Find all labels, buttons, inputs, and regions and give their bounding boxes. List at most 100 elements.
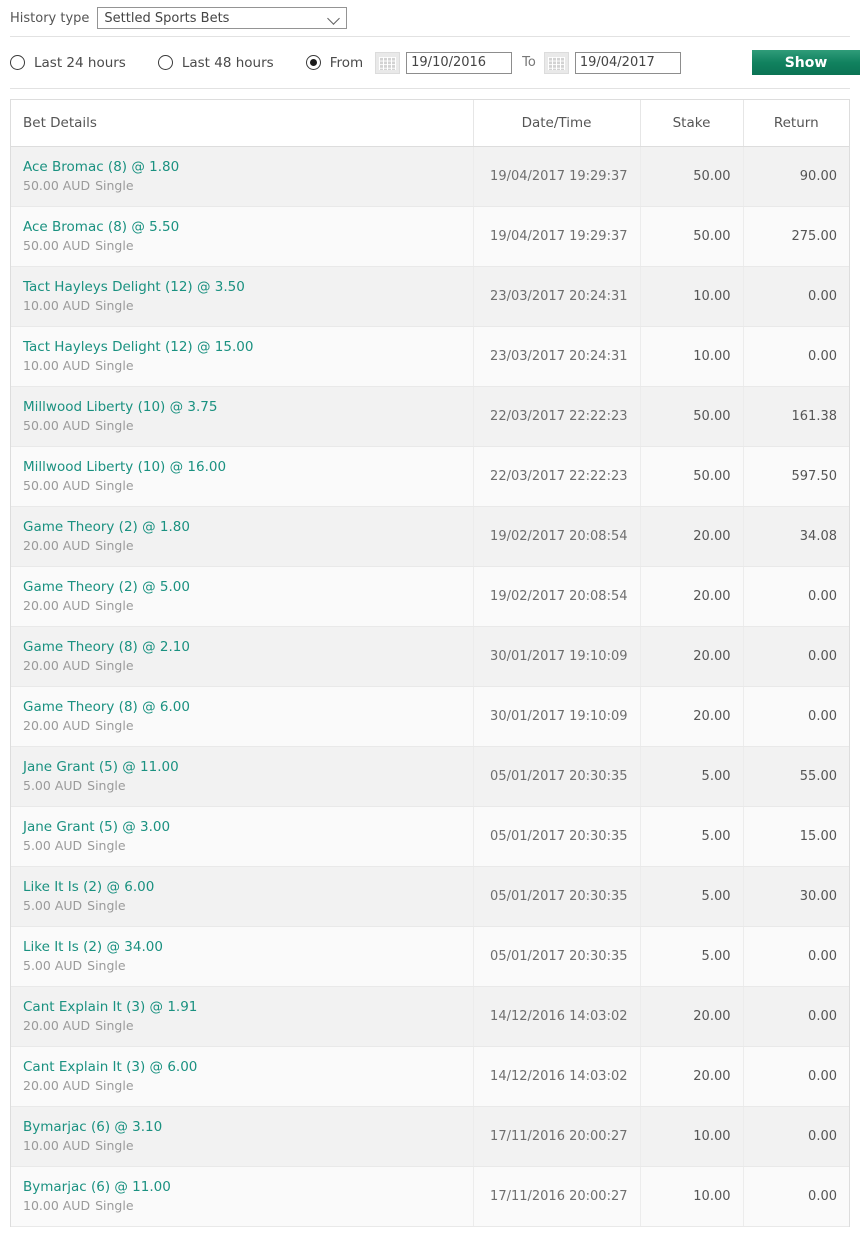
bet-selection-link[interactable]: Bymarjac (6) @ 3.10 <box>23 1119 461 1136</box>
cell-bet-details: Millwood Liberty (10) @ 3.75 50.00 AUD Sin… <box>11 386 474 447</box>
bet-selection-link[interactable]: Game Theory (8) @ 2.10 <box>23 639 461 656</box>
cell-bet-details: Game Theory (2) @ 5.00 20.00 AUD Single <box>11 566 474 627</box>
bet-stake-summary: 20.00 AUD Single <box>23 657 461 674</box>
cell-bet-details: Ace Bromac (8) @ 5.50 50.00 AUD Single <box>11 206 474 267</box>
bet-selection-link[interactable]: Cant Explain It (3) @ 6.00 <box>23 1059 461 1076</box>
from-date-input[interactable] <box>406 51 513 74</box>
cell-date-time: 19/02/2017 20:08:54 <box>473 506 641 567</box>
table-row: Tact Hayleys Delight (12) @ 15.00 10.00 A… <box>11 326 849 387</box>
bet-amount: 5.00 AUD <box>23 897 83 913</box>
radio-last-24-hours-control[interactable] <box>10 55 25 70</box>
bet-stake-summary: 20.00 AUD Single <box>23 1017 461 1034</box>
calendar-grid-from <box>379 56 397 70</box>
cell-bet-details: Jane Grant (5) @ 3.00 5.00 AUD Single <box>11 806 474 867</box>
bet-amount: 50.00 AUD <box>23 237 91 253</box>
bet-selection-link[interactable]: Jane Grant (5) @ 3.00 <box>23 819 461 836</box>
bet-selection-link[interactable]: Tact Hayleys Delight (12) @ 3.50 <box>23 279 461 296</box>
cell-return: 0.00 <box>743 1106 849 1167</box>
bet-selection-link[interactable]: Game Theory (8) @ 6.00 <box>23 699 461 716</box>
radio-from-range-control[interactable] <box>305 55 321 70</box>
table-row: Game Theory (8) @ 6.00 20.00 AUD Single 30/… <box>11 686 849 747</box>
cell-return: 0.00 <box>743 326 849 387</box>
cell-return: 275.00 <box>743 206 849 267</box>
bet-type: Single <box>95 177 134 193</box>
history-type-select[interactable]: Settled Sports Bets <box>97 7 348 29</box>
show-button[interactable]: Show <box>752 50 860 75</box>
to-date-input[interactable] <box>574 51 681 74</box>
history-type-row: History type Settled Sports Bets <box>0 0 860 36</box>
calendar-icon-to[interactable] <box>543 51 569 74</box>
bet-amount: 50.00 AUD <box>23 477 91 493</box>
date-filter-bar: Last 24 hours Last 48 hours From To Show <box>0 37 860 88</box>
cell-date-time: 14/12/2016 14:03:02 <box>473 986 641 1047</box>
bet-type: Single <box>95 1017 134 1033</box>
table-row: Like It Is (2) @ 6.00 5.00 AUD Single 05/01… <box>11 866 849 927</box>
column-header-return: Return <box>743 100 849 147</box>
table-row: Millwood Liberty (10) @ 3.75 50.00 AUD Sin… <box>11 386 849 447</box>
cell-stake: 20.00 <box>640 986 744 1047</box>
bet-stake-summary: 10.00 AUD Single <box>23 1197 461 1214</box>
cell-return: 0.00 <box>743 626 849 687</box>
cell-bet-details: Millwood Liberty (10) @ 16.00 50.00 AUD Si… <box>11 446 474 507</box>
cell-stake: 20.00 <box>640 506 744 567</box>
bet-selection-link[interactable]: Like It Is (2) @ 34.00 <box>23 939 461 956</box>
divider-bottom <box>10 88 850 89</box>
cell-date-time: 19/04/2017 19:29:37 <box>473 146 641 207</box>
radio-last-24-hours[interactable]: Last 24 hours <box>10 55 126 71</box>
table-row: Bymarjac (6) @ 11.00 10.00 AUD Single 17/11… <box>11 1166 849 1227</box>
cell-return: 0.00 <box>743 686 849 747</box>
bet-stake-summary: 20.00 AUD Single <box>23 597 461 614</box>
bet-type: Single <box>95 237 134 253</box>
bet-amount: 10.00 AUD <box>23 1137 91 1153</box>
cell-date-time: 30/01/2017 19:10:09 <box>473 686 641 747</box>
bet-selection-link[interactable]: Tact Hayleys Delight (12) @ 15.00 <box>23 339 461 356</box>
bet-type: Single <box>87 777 126 793</box>
column-header-date-time: Date/Time <box>473 100 641 147</box>
cell-date-time: 23/03/2017 20:24:31 <box>473 326 641 387</box>
bet-type: Single <box>95 717 134 733</box>
bet-amount: 10.00 AUD <box>23 297 91 313</box>
bet-type: Single <box>95 1197 134 1213</box>
calendar-icon-from[interactable] <box>375 51 401 74</box>
cell-return: 15.00 <box>743 806 849 867</box>
table-row: Jane Grant (5) @ 3.00 5.00 AUD Single 05/01… <box>11 806 849 867</box>
bet-selection-link[interactable]: Cant Explain It (3) @ 1.91 <box>23 999 461 1016</box>
cell-stake: 50.00 <box>640 446 744 507</box>
cell-date-time: 22/03/2017 22:22:23 <box>473 446 641 507</box>
bet-type: Single <box>95 417 134 433</box>
table-row: Millwood Liberty (10) @ 16.00 50.00 AUD Si… <box>11 446 849 507</box>
bet-selection-link[interactable]: Millwood Liberty (10) @ 3.75 <box>23 399 461 416</box>
cell-stake: 20.00 <box>640 626 744 687</box>
bet-history-table: Bet Details Date/Time Stake Return Ace B… <box>11 100 849 1227</box>
bet-selection-link[interactable]: Ace Bromac (8) @ 1.80 <box>23 159 461 176</box>
cell-bet-details: Like It Is (2) @ 34.00 5.00 AUD Single <box>11 926 474 987</box>
bet-stake-summary: 10.00 AUD Single <box>23 297 461 314</box>
cell-date-time: 05/01/2017 20:30:35 <box>473 866 641 927</box>
table-body: Ace Bromac (8) @ 1.80 50.00 AUD Single 19/0… <box>11 146 849 1227</box>
radio-from-range[interactable]: From <box>305 55 363 71</box>
bet-selection-link[interactable]: Game Theory (2) @ 5.00 <box>23 579 461 596</box>
bet-selection-link[interactable]: Bymarjac (6) @ 11.00 <box>23 1179 461 1196</box>
radio-last-48-hours-control[interactable] <box>157 55 173 70</box>
bet-type: Single <box>95 297 134 313</box>
bet-stake-summary: 20.00 AUD Single <box>23 537 461 554</box>
bet-amount: 20.00 AUD <box>23 597 91 613</box>
bet-selection-link[interactable]: Like It Is (2) @ 6.00 <box>23 879 461 896</box>
table-row: Game Theory (8) @ 2.10 20.00 AUD Single 30/… <box>11 626 849 687</box>
bet-selection-link[interactable]: Millwood Liberty (10) @ 16.00 <box>23 459 461 476</box>
history-type-selected-value: Settled Sports Bets <box>104 10 230 26</box>
bet-selection-link[interactable]: Ace Bromac (8) @ 5.50 <box>23 219 461 236</box>
cell-return: 0.00 <box>743 1046 849 1107</box>
bet-selection-link[interactable]: Game Theory (2) @ 1.80 <box>23 519 461 536</box>
table-row: Cant Explain It (3) @ 6.00 20.00 AUD Singl… <box>11 1046 849 1107</box>
cell-stake: 50.00 <box>640 386 744 447</box>
bet-selection-link[interactable]: Jane Grant (5) @ 11.00 <box>23 759 461 776</box>
cell-date-time: 19/02/2017 20:08:54 <box>473 566 641 627</box>
bet-stake-summary: 50.00 AUD Single <box>23 237 461 254</box>
cell-date-time: 23/03/2017 20:24:31 <box>473 266 641 327</box>
radio-last-48-hours[interactable]: Last 48 hours <box>157 55 274 71</box>
cell-return: 90.00 <box>743 146 849 207</box>
cell-stake: 50.00 <box>640 206 744 267</box>
cell-bet-details: Cant Explain It (3) @ 6.00 20.00 AUD Singl… <box>11 1046 474 1107</box>
bet-type: Single <box>95 597 134 613</box>
